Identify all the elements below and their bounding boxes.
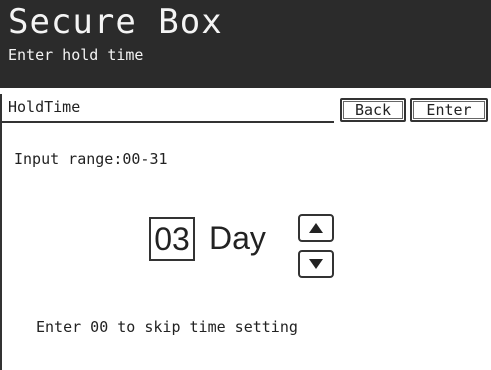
field-label-underline xyxy=(0,121,334,123)
hold-time-value[interactable]: 03 xyxy=(149,217,195,261)
input-range-text: Input range:00-31 xyxy=(14,150,168,168)
hold-time-unit: Day xyxy=(209,220,266,256)
back-button[interactable]: Back xyxy=(340,98,406,122)
screen-subtitle: Enter hold time xyxy=(8,46,144,64)
skip-hint-text: Enter 00 to skip time setting xyxy=(36,318,298,336)
arrow-up-icon xyxy=(309,223,323,233)
decrement-button[interactable] xyxy=(298,250,334,278)
screen-title: Secure Box xyxy=(8,2,223,42)
increment-button[interactable] xyxy=(298,214,334,242)
left-border xyxy=(0,94,2,370)
field-label: HoldTime xyxy=(8,98,81,116)
header-bar: Secure Box Enter hold time xyxy=(0,0,491,88)
enter-button[interactable]: Enter xyxy=(410,98,488,122)
arrow-down-icon xyxy=(309,259,323,269)
